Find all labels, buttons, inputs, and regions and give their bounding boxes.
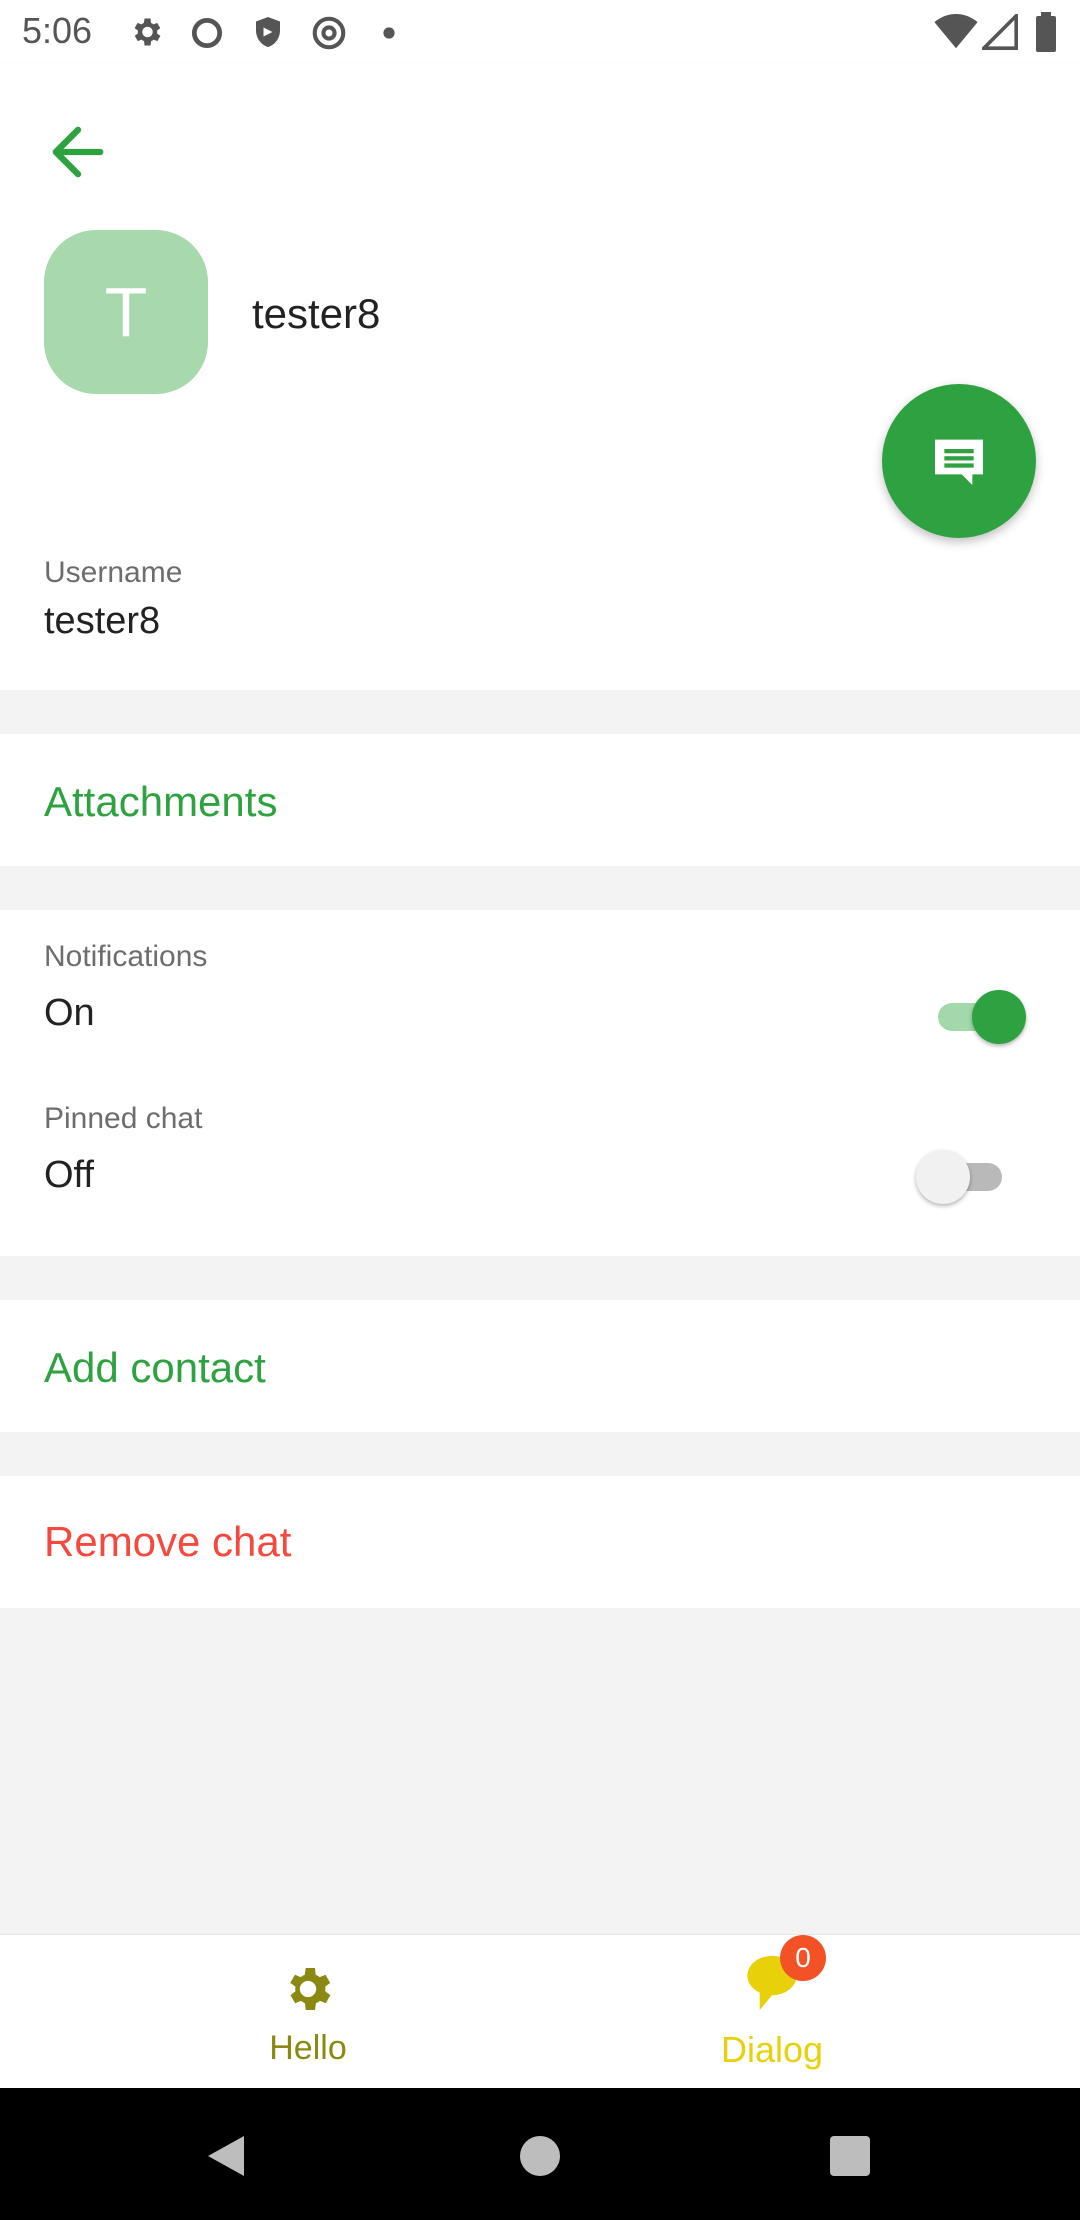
dialog-badge: 0 (780, 1935, 826, 1981)
nav-item-hello[interactable]: Hello (158, 1935, 458, 2089)
battery-icon (1036, 12, 1056, 52)
attachments-label: Attachments (44, 778, 278, 825)
shield-icon (256, 17, 280, 47)
back-triangle-icon[interactable] (204, 2132, 248, 2180)
notifications-label: Notifications (44, 940, 208, 973)
add-contact-label: Add contact (44, 1344, 266, 1391)
pinned-chat-value: Off (44, 1154, 94, 1196)
home-circle-icon[interactable] (518, 2134, 562, 2178)
bottom-navigation: Hello 0 Dialog (0, 1934, 1080, 2089)
gear-icon (290, 1968, 331, 2010)
notifications-toggle[interactable] (930, 986, 1026, 1046)
remove-chat-label: Remove chat (44, 1518, 292, 1565)
attachments-row[interactable]: Attachments (0, 734, 1080, 866)
avatar-initial: T (104, 273, 148, 351)
recents-square-icon[interactable] (828, 2134, 872, 2178)
remove-chat-row[interactable]: Remove chat (0, 1476, 1080, 1608)
message-icon (935, 439, 983, 485)
status-bar: 5:06 (0, 0, 1080, 64)
username-value: tester8 (44, 600, 161, 642)
signal-icon (982, 14, 1018, 50)
pinned-chat-label: Pinned chat (44, 1102, 203, 1135)
at-icon (312, 16, 346, 50)
avatar: T (44, 230, 208, 394)
contact-name: tester8 (252, 290, 381, 337)
circle-icon (191, 17, 223, 49)
open-chat-button[interactable] (882, 384, 1036, 538)
username-label: Username (44, 556, 183, 589)
gear-icon (134, 18, 161, 46)
back-arrow-icon[interactable] (40, 114, 116, 190)
system-navigation-bar (0, 2088, 1080, 2220)
status-time: 5:06 (22, 10, 93, 51)
nav-item-dialog[interactable]: 0 Dialog (622, 1935, 922, 2089)
pinned-chat-toggle[interactable] (914, 1146, 1010, 1206)
nav-label-hello: Hello (269, 2029, 347, 2067)
notifications-value: On (44, 992, 95, 1034)
add-contact-row[interactable]: Add contact (0, 1300, 1080, 1432)
settings-section: Notifications On Pinned chat Off (0, 910, 1080, 1256)
wifi-icon (934, 14, 978, 49)
dot-icon (383, 27, 395, 39)
nav-label-dialog: Dialog (720, 2029, 824, 2070)
